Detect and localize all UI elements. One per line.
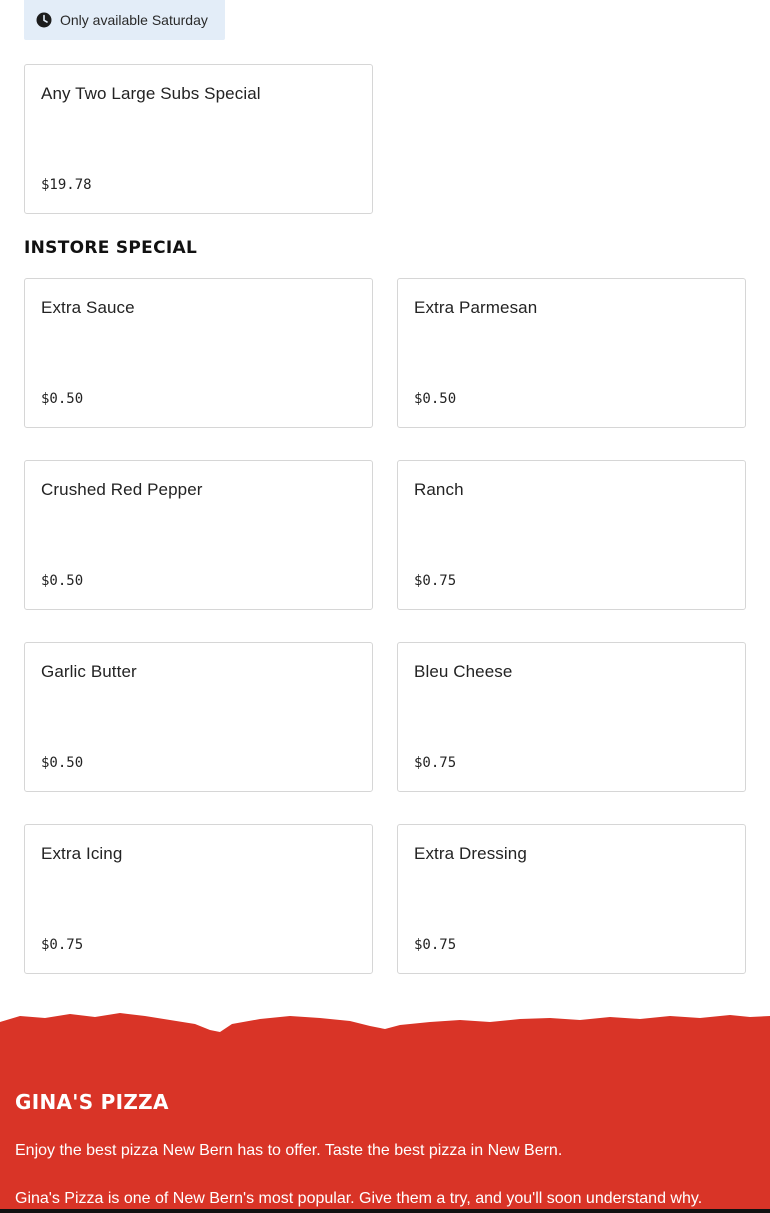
menu-item-card[interactable]: Extra Dressing $0.75: [397, 824, 746, 974]
footer-tagline: Enjoy the best pizza New Bern has to off…: [15, 1142, 563, 1159]
availability-badge: Only available Saturday: [24, 0, 225, 40]
menu-item-price: $0.75: [414, 937, 457, 953]
menu-item-card[interactable]: Extra Parmesan $0.50: [397, 278, 746, 428]
menu-item-name: Bleu Cheese: [414, 662, 513, 681]
menu-item-card[interactable]: Ranch $0.75: [397, 460, 746, 610]
menu-item-card[interactable]: Extra Sauce $0.50: [24, 278, 373, 428]
section-title-instore-special: INSTORE SPECIAL: [24, 238, 198, 258]
menu-item-card[interactable]: Crushed Red Pepper $0.50: [24, 460, 373, 610]
footer-brand: GINA'S PIZZA: [15, 1090, 169, 1114]
torn-edge-divider: [0, 1013, 770, 1040]
menu-item-card[interactable]: Any Two Large Subs Special $19.78: [24, 64, 373, 214]
menu-item-card[interactable]: Garlic Butter $0.50: [24, 642, 373, 792]
menu-item-price: $0.75: [414, 755, 457, 771]
menu-item-name: Extra Icing: [41, 844, 123, 863]
site-footer: GINA'S PIZZA Enjoy the best pizza New Be…: [0, 1010, 770, 1213]
menu-item-name: Garlic Butter: [41, 662, 137, 681]
menu-item-price: $19.78: [41, 177, 92, 193]
menu-item-name: Any Two Large Subs Special: [41, 84, 261, 103]
menu-item-name: Extra Sauce: [41, 298, 135, 317]
menu-item-card[interactable]: Extra Icing $0.75: [24, 824, 373, 974]
menu-item-name: Crushed Red Pepper: [41, 480, 203, 499]
menu-item-price: $0.75: [41, 937, 84, 953]
clock-icon: [36, 12, 52, 28]
menu-item-name: Extra Parmesan: [414, 298, 538, 317]
menu-item-price: $0.75: [414, 573, 457, 589]
availability-text: Only available Saturday: [60, 12, 208, 28]
menu-item-name: Ranch: [414, 480, 464, 499]
menu-item-price: $0.50: [41, 573, 84, 589]
bottom-edge: [0, 1209, 770, 1213]
menu-item-price: $0.50: [41, 391, 84, 407]
menu-item-price: $0.50: [41, 755, 84, 771]
footer-description: Gina's Pizza is one of New Bern's most p…: [15, 1190, 703, 1207]
menu-item-price: $0.50: [414, 391, 457, 407]
menu-item-card[interactable]: Bleu Cheese $0.75: [397, 642, 746, 792]
menu-item-name: Extra Dressing: [414, 844, 527, 863]
footer-background: [0, 1038, 770, 1213]
